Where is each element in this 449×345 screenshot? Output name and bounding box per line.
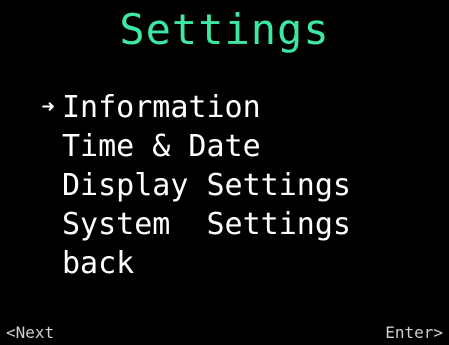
menu-item-label: back [62,246,135,281]
menu-item-label: System Settings [62,207,351,242]
menu-item-time-date[interactable]: Time & Date [34,127,351,166]
menu-item-system-settings[interactable]: System Settings [34,205,351,244]
menu-item-back[interactable]: back [34,244,351,283]
next-button[interactable]: <Next [6,323,54,343]
enter-button[interactable]: Enter> [385,323,443,343]
settings-menu: ➜ Information Time & Date Display Settin… [34,88,351,283]
arrow-right-icon: ➜ [41,95,55,120]
menu-item-label: Information [62,90,261,125]
menu-item-label: Time & Date [62,129,261,164]
menu-item-information[interactable]: ➜ Information [34,88,351,127]
menu-item-label: Display Settings [62,168,351,203]
screen-title: Settings [119,5,330,54]
menu-item-display-settings[interactable]: Display Settings [34,166,351,205]
device-screen: Settings ➜ Information Time & Date Displ… [0,0,449,345]
